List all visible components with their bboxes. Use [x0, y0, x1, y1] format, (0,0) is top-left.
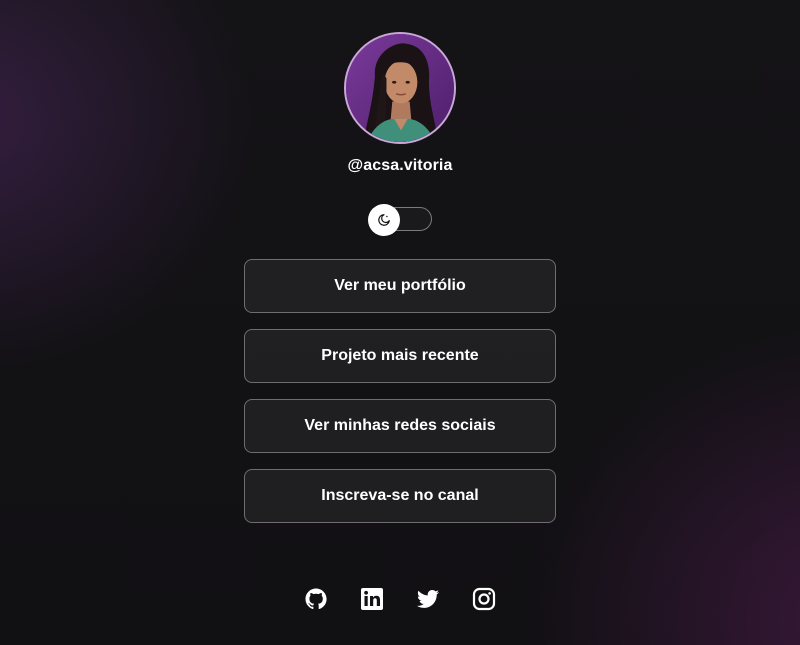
linkedin-icon[interactable] [360, 587, 384, 611]
link-list: Ver meu portfólio Projeto mais recente V… [244, 259, 556, 539]
portfolio-link-button[interactable]: Ver meu portfólio [244, 259, 556, 313]
avatar-photo [346, 34, 454, 142]
toggle-knob[interactable] [368, 204, 400, 236]
social-networks-link-button[interactable]: Ver minhas redes sociais [244, 399, 556, 453]
github-icon[interactable] [304, 587, 328, 611]
avatar [344, 32, 456, 144]
social-icons [0, 587, 800, 611]
subscribe-channel-link-button[interactable]: Inscreva-se no canal [244, 469, 556, 523]
latest-project-link-button[interactable]: Projeto mais recente [244, 329, 556, 383]
instagram-icon[interactable] [472, 587, 496, 611]
profile-page: @acsa.vitoria Ver meu portfólio Projeto … [0, 0, 800, 645]
profile-handle: @acsa.vitoria [347, 157, 453, 174]
moon-icon [378, 214, 390, 226]
twitter-icon[interactable] [416, 587, 440, 611]
theme-toggle[interactable] [368, 204, 432, 236]
